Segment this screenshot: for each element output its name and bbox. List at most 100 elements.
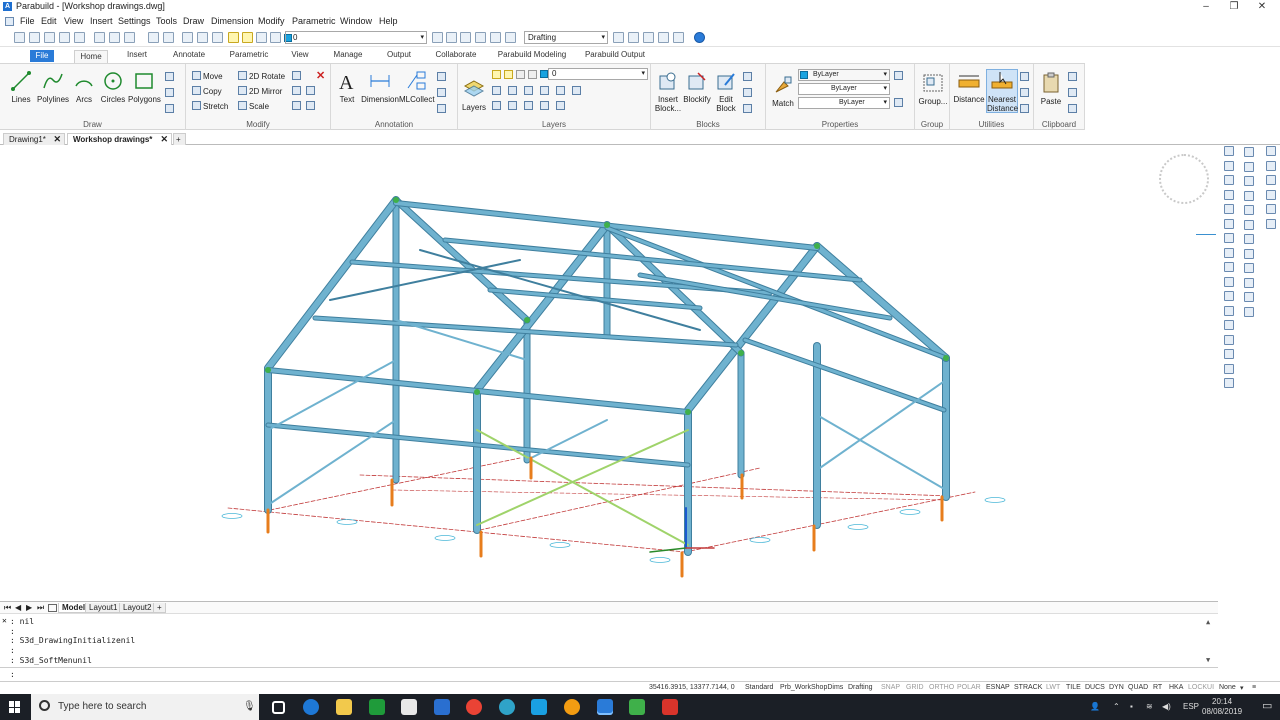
trim-icon[interactable] <box>306 86 317 96</box>
ribbon-layer-dropdown[interactable]: 0 ▾ <box>548 68 648 80</box>
side-tool-icon[interactable] <box>1224 204 1234 214</box>
paste-button[interactable]: Paste <box>1038 72 1064 106</box>
layer-tool-1-icon[interactable] <box>492 86 503 96</box>
layer-tool-10-icon[interactable] <box>540 101 551 111</box>
layer-plot-icon[interactable] <box>528 70 537 79</box>
layer-unlock-icon[interactable] <box>516 70 525 79</box>
task-view-icon[interactable] <box>272 701 285 714</box>
scroll-up-icon[interactable]: ▲ <box>1206 618 1210 626</box>
circles-button[interactable]: Circles <box>100 70 126 104</box>
wifi-icon[interactable]: ≋ <box>1146 702 1153 711</box>
tab-file[interactable]: File <box>30 50 54 62</box>
prop-lock-icon[interactable] <box>894 71 905 81</box>
layer-thaw-icon[interactable] <box>504 70 513 79</box>
scale-button[interactable]: Scale <box>238 101 269 111</box>
layer-tool-5-icon[interactable] <box>556 86 567 96</box>
copy-small-icon[interactable] <box>1068 88 1079 98</box>
layer-tool-4-icon[interactable] <box>540 86 551 96</box>
layer-prev-icon[interactable] <box>432 32 443 43</box>
help-icon[interactable] <box>694 32 705 43</box>
draw-more-icon-1[interactable] <box>165 72 176 82</box>
workspace-settings-icon[interactable] <box>613 32 624 43</box>
layer-tool-8-icon[interactable] <box>508 101 519 111</box>
menu-view[interactable]: View <box>64 16 83 26</box>
menu-tools[interactable]: Tools <box>156 16 177 26</box>
side-tool-icon[interactable] <box>1224 305 1234 316</box>
status-dropdown-icon[interactable]: ▾ <box>1240 684 1244 692</box>
doc-tab-drawing1[interactable]: Drawing1* ✕ <box>3 133 65 145</box>
color-dropdown[interactable]: ByLayer ▾ <box>798 69 890 81</box>
side-tool-icon[interactable] <box>1244 205 1254 215</box>
layer-on-icon[interactable] <box>492 70 501 79</box>
layer-bulb-icon[interactable] <box>228 32 239 43</box>
tab-home[interactable]: Home <box>74 50 108 63</box>
layer-iso-icon[interactable] <box>460 32 471 43</box>
scroll-down-icon[interactable]: ▼ <box>1206 656 1210 664</box>
side-tool-icon[interactable] <box>1266 146 1276 156</box>
side-tool-icon[interactable] <box>1224 334 1234 345</box>
redo-icon[interactable] <box>163 32 174 43</box>
side-tool-icon[interactable] <box>1244 277 1254 288</box>
mlcollect-button[interactable]: MLCollect <box>399 70 435 104</box>
side-tool-icon[interactable] <box>1224 160 1234 171</box>
plot-icon[interactable] <box>109 32 120 43</box>
publish-icon[interactable] <box>124 32 135 43</box>
parabuild-taskbar-icon[interactable] <box>597 699 613 715</box>
chevron-up-icon[interactable]: ⌃ <box>1113 702 1120 711</box>
copy-button[interactable]: Copy <box>192 86 222 96</box>
array-icon[interactable] <box>292 71 303 81</box>
menu-edit[interactable]: Edit <box>41 16 57 26</box>
nearest-distance-button[interactable]: Nearest Distance <box>986 69 1018 113</box>
table-icon[interactable] <box>437 88 448 98</box>
match-button[interactable]: Match <box>770 74 796 108</box>
print-icon[interactable] <box>94 32 105 43</box>
layer-lock-icon[interactable] <box>256 32 267 43</box>
cut-small-icon[interactable] <box>1068 72 1079 82</box>
dimension-button[interactable]: Dimension <box>361 70 399 104</box>
side-tool-icon[interactable] <box>1244 306 1254 317</box>
doc-tab-workshop[interactable]: Workshop drawings* ✕ <box>67 133 172 145</box>
side-tool-icon[interactable] <box>1266 160 1276 171</box>
workspace-dropdown[interactable]: Drafting ▾ <box>524 31 608 44</box>
notifications-icon[interactable]: ▭ <box>1262 699 1272 712</box>
block-write-icon[interactable] <box>743 88 754 98</box>
side-tool-icon[interactable] <box>1244 176 1254 186</box>
person-icon[interactable]: 👤 <box>1090 702 1100 711</box>
erase-icon[interactable]: ✕ <box>316 69 325 82</box>
edit-block-button[interactable]: Edit Block <box>713 70 739 113</box>
next-tab-icon[interactable]: ▶ <box>26 603 32 612</box>
tab-layout2[interactable]: Layout2 <box>119 603 156 613</box>
side-tool-icon[interactable] <box>1224 320 1234 330</box>
explode-icon[interactable] <box>292 101 303 111</box>
side-tool-icon[interactable] <box>1244 292 1254 302</box>
side-tool-icon[interactable] <box>1224 276 1234 287</box>
undo-icon[interactable] <box>148 32 159 43</box>
arcs-button[interactable]: Arcs <box>72 70 96 104</box>
skype-icon[interactable] <box>531 699 547 715</box>
menu-insert[interactable]: Insert <box>90 16 113 26</box>
close-button[interactable]: ✕ <box>1248 0 1276 14</box>
tab-parabuild-output[interactable]: Parabuild Output <box>584 50 646 59</box>
side-tool-icon[interactable] <box>1224 175 1234 185</box>
annotation-scale-dropdown[interactable]: None <box>1219 684 1236 691</box>
status-menu-icon[interactable]: ≡ <box>1252 684 1256 691</box>
mirror-button[interactable]: 2D Mirror <box>238 86 282 96</box>
workspace-indicator[interactable]: Drafting <box>848 684 873 691</box>
menu-dimension[interactable]: Dimension <box>211 16 254 26</box>
maximize-button[interactable]: ❐ <box>1220 0 1248 14</box>
clock-date[interactable]: 08/08/2019 <box>1202 707 1242 716</box>
minimize-button[interactable]: – <box>1192 0 1220 14</box>
polar-toggle[interactable]: POLAR <box>957 684 981 691</box>
properties-icon[interactable] <box>628 32 639 43</box>
side-tool-icon[interactable] <box>1244 161 1254 172</box>
side-tool-icon[interactable] <box>1224 378 1234 388</box>
app3-icon[interactable] <box>564 699 580 715</box>
windows-start-icon[interactable] <box>9 701 21 713</box>
pick-icon[interactable] <box>1020 104 1031 114</box>
distance-button[interactable]: Distance <box>952 70 986 104</box>
side-tool-icon[interactable] <box>1244 248 1254 259</box>
layer-match-icon[interactable] <box>446 32 457 43</box>
polygons-button[interactable]: Polygons <box>128 70 161 104</box>
block-attr-icon[interactable] <box>743 72 754 82</box>
close-tab-icon[interactable]: ✕ <box>53 134 61 145</box>
